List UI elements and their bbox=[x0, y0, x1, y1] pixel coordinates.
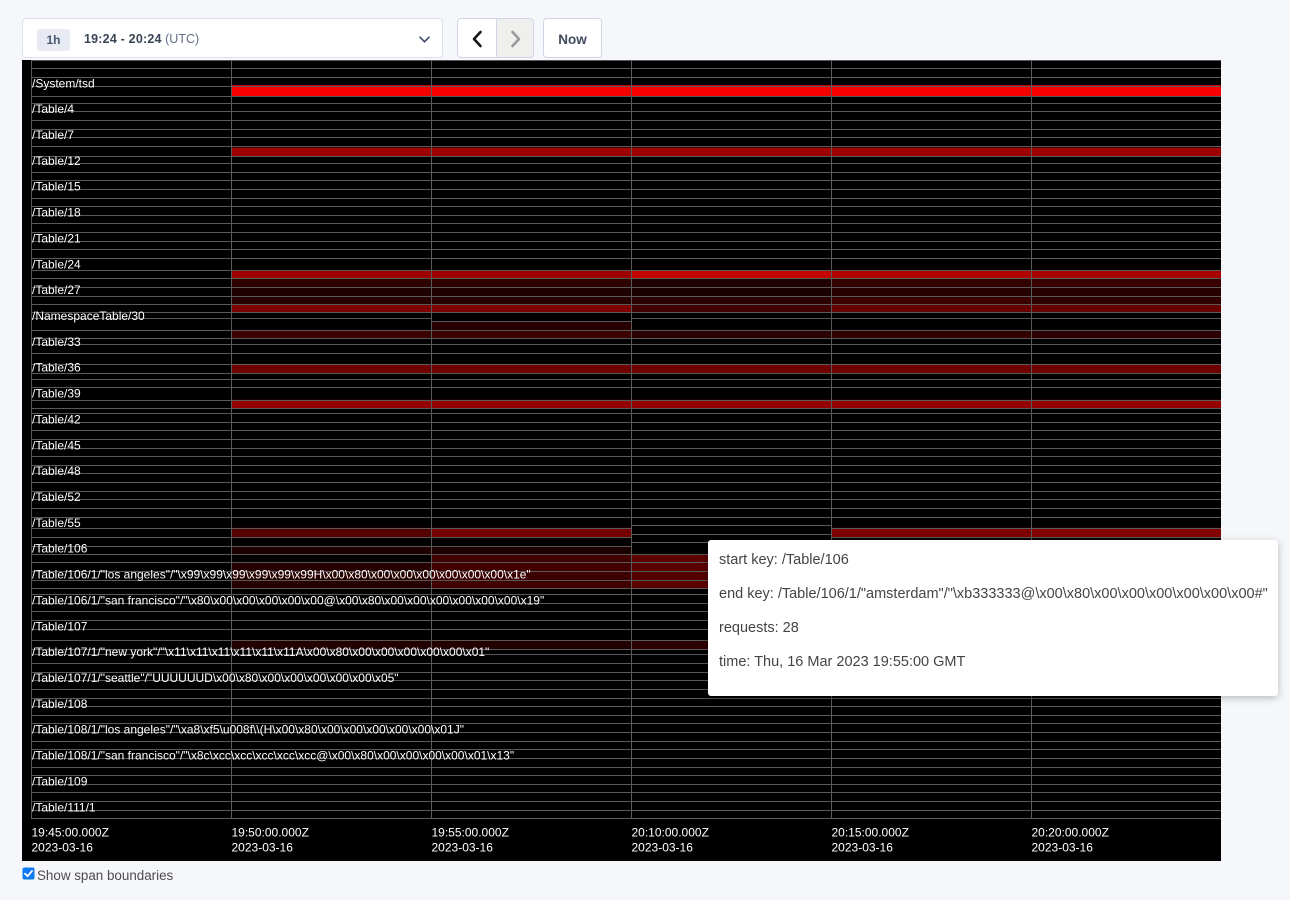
svg-text:/Table/27: /Table/27 bbox=[32, 283, 81, 297]
svg-text:/Table/7: /Table/7 bbox=[32, 128, 74, 142]
svg-text:/Table/107/1/"seattle"/"UUUUUU: /Table/107/1/"seattle"/"UUUUUUD\x00\x80\… bbox=[32, 671, 399, 685]
svg-text:19:55:00.000Z: 19:55:00.000Z bbox=[432, 826, 509, 840]
svg-text:/Table/15: /Table/15 bbox=[32, 180, 81, 194]
svg-text:/NamespaceTable/30: /NamespaceTable/30 bbox=[32, 309, 145, 323]
svg-text:/Table/45: /Table/45 bbox=[32, 438, 81, 452]
svg-text:/Table/24: /Table/24 bbox=[32, 257, 81, 271]
svg-text:/Table/107/1/"new york"/"\x11\: /Table/107/1/"new york"/"\x11\x11\x11\x1… bbox=[32, 645, 489, 659]
svg-text:2023-03-16: 2023-03-16 bbox=[632, 841, 694, 855]
svg-text:/Table/107: /Table/107 bbox=[32, 619, 88, 633]
svg-text:/Table/106/1/"san francisco"/": /Table/106/1/"san francisco"/"\x80\x00\x… bbox=[32, 593, 544, 607]
svg-text:/Table/12: /Table/12 bbox=[32, 154, 81, 168]
svg-text:/Table/48: /Table/48 bbox=[32, 464, 81, 478]
svg-text:19:45:00.000Z: 19:45:00.000Z bbox=[32, 826, 109, 840]
svg-text:20:20:00.000Z: 20:20:00.000Z bbox=[1032, 826, 1109, 840]
svg-text:20:15:00.000Z: 20:15:00.000Z bbox=[832, 826, 909, 840]
svg-text:/Table/106: /Table/106 bbox=[32, 542, 88, 556]
svg-text:2023-03-16: 2023-03-16 bbox=[432, 841, 494, 855]
svg-text:2023-03-16: 2023-03-16 bbox=[832, 841, 894, 855]
svg-text:2023-03-16: 2023-03-16 bbox=[32, 841, 94, 855]
svg-text:/Table/18: /Table/18 bbox=[32, 206, 81, 220]
svg-text:/Table/111/1: /Table/111/1 bbox=[32, 800, 96, 814]
svg-text:/Table/21: /Table/21 bbox=[32, 231, 81, 245]
svg-text:/Table/55: /Table/55 bbox=[32, 516, 81, 530]
svg-text:19:50:00.000Z: 19:50:00.000Z bbox=[232, 826, 309, 840]
svg-text:/Table/108/1/"los angeles"/"\x: /Table/108/1/"los angeles"/"\xa8\xf5\u00… bbox=[32, 723, 464, 737]
svg-text:20:10:00.000Z: 20:10:00.000Z bbox=[632, 826, 709, 840]
svg-text:/Table/42: /Table/42 bbox=[32, 412, 81, 426]
svg-text:2023-03-16: 2023-03-16 bbox=[1032, 841, 1094, 855]
svg-text:2023-03-16: 2023-03-16 bbox=[232, 841, 294, 855]
svg-text:/Table/4: /Table/4 bbox=[32, 102, 74, 116]
svg-text:/Table/108/1/"san francisco"/": /Table/108/1/"san francisco"/"\x8c\xcc\x… bbox=[32, 749, 514, 763]
svg-text:/Table/33: /Table/33 bbox=[32, 335, 81, 349]
svg-text:/Table/39: /Table/39 bbox=[32, 387, 81, 401]
svg-text:/System/tsd: /System/tsd bbox=[32, 76, 95, 90]
svg-text:/Table/106/1/"los angeles"/"\x: /Table/106/1/"los angeles"/"\x99\x99\x99… bbox=[32, 568, 531, 582]
svg-text:/Table/108: /Table/108 bbox=[32, 697, 88, 711]
svg-text:/Table/109: /Table/109 bbox=[32, 774, 88, 788]
svg-text:/Table/36: /Table/36 bbox=[32, 361, 81, 375]
svg-text:/Table/52: /Table/52 bbox=[32, 490, 81, 504]
